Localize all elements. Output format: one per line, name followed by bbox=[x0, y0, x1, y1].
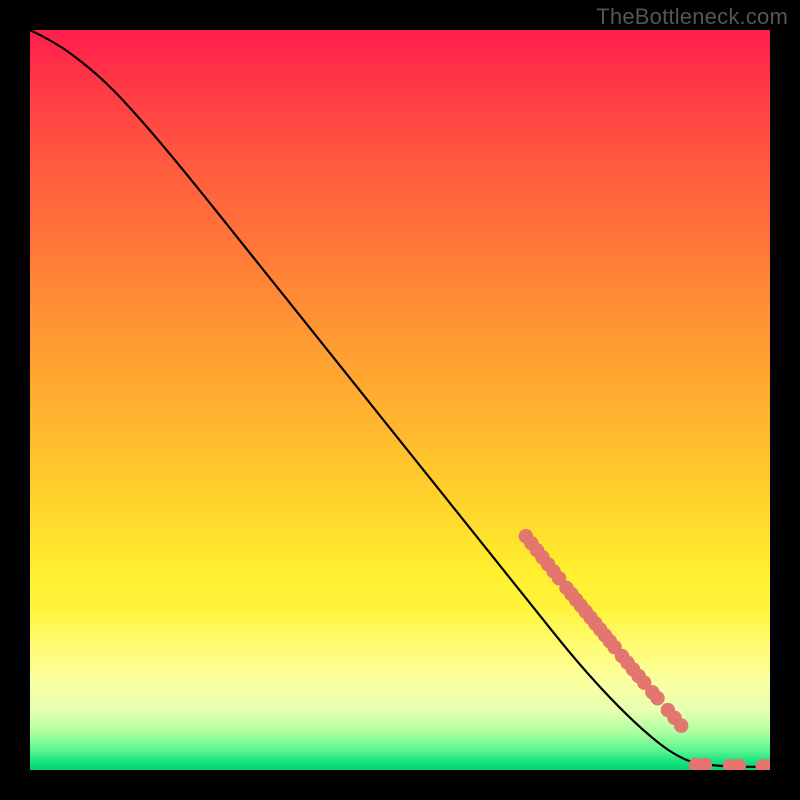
chart-frame: TheBottleneck.com bbox=[0, 0, 800, 800]
watermark-text: TheBottleneck.com bbox=[596, 4, 788, 30]
plot-gradient-area bbox=[30, 30, 770, 770]
bottleneck-curve bbox=[30, 30, 770, 767]
data-point bbox=[674, 718, 688, 732]
data-point bbox=[698, 758, 712, 770]
data-points-group bbox=[519, 529, 770, 770]
data-point bbox=[650, 691, 664, 705]
chart-overlay-svg bbox=[30, 30, 770, 770]
